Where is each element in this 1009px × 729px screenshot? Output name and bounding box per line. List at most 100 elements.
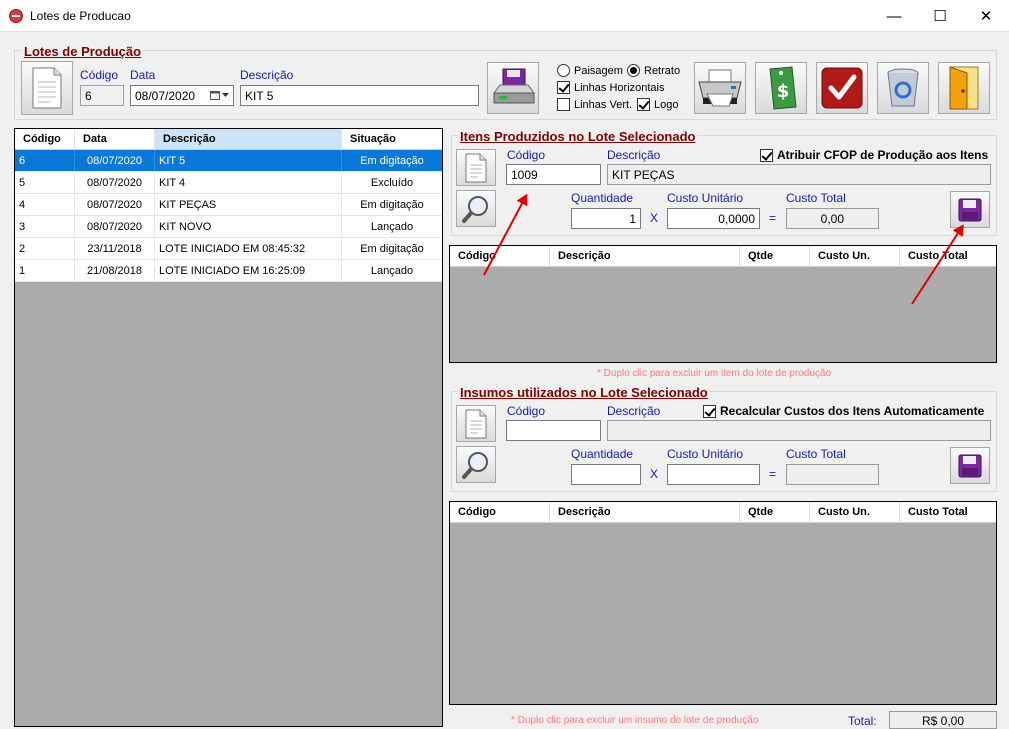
insumo-codigo-label: Código	[507, 404, 546, 418]
costs-button[interactable]: $	[755, 62, 807, 114]
item-times-sign: X	[650, 211, 659, 225]
item-equals-sign: =	[769, 211, 777, 225]
insumo-quantidade-label: Quantidade	[571, 447, 634, 461]
item-custo-unit-label: Custo Unitário	[667, 191, 744, 205]
window-title: Lotes de Producao	[30, 9, 131, 23]
linhas-horizontais-label: Linhas Horizontais	[574, 81, 665, 94]
recycle-bin-icon	[887, 68, 919, 107]
logo-checkbox[interactable]	[637, 98, 650, 111]
insumo-custo-total-label: Custo Total	[786, 447, 846, 461]
save-item-button[interactable]	[950, 191, 990, 228]
cell-data: 23/11/2018	[75, 238, 155, 259]
col-qtde[interactable]: Qtde	[740, 246, 810, 266]
cell-codigo: 4	[15, 194, 75, 215]
cfop-checkbox[interactable]	[760, 148, 773, 162]
itens-grid-header: Código Descrição Qtde Custo Un. Custo To…	[450, 246, 996, 267]
insumo-custo-unit-label: Custo Unitário	[667, 447, 744, 461]
minimize-button[interactable]: —	[871, 0, 917, 32]
col-custo-total[interactable]: Custo Total	[900, 502, 996, 522]
save-drive-icon	[493, 68, 535, 104]
col-qtde[interactable]: Qtde	[740, 502, 810, 522]
col-data[interactable]: Data	[75, 129, 155, 149]
insumos-group-title: Insumos utilizados no Lote Selecionado	[458, 385, 710, 400]
lotes-grid[interactable]: Código Data Descrição Situação 6 08/07/2…	[14, 128, 443, 727]
linhas-vert-checkbox[interactable]	[557, 98, 570, 111]
col-codigo[interactable]: Código	[15, 129, 75, 149]
item-custo-total-label: Custo Total	[786, 191, 846, 205]
table-row[interactable]: 3 08/07/2020 KIT NOVO Lançado	[15, 216, 442, 238]
cell-situacao: Em digitação	[360, 199, 424, 211]
floppy-disk-icon	[958, 454, 982, 477]
item-descricao-field[interactable]: KIT PEÇAS	[607, 164, 991, 185]
cell-data: 08/07/2020	[75, 216, 155, 237]
cell-data: 08/07/2020	[75, 150, 155, 171]
close-button[interactable]: ✕	[963, 0, 1009, 32]
recalc-checkbox[interactable]	[703, 404, 716, 418]
lote-date-value: 08/07/2020	[135, 89, 196, 103]
insumo-custo-unit-field[interactable]	[667, 464, 760, 485]
itens-grid[interactable]: Código Descrição Qtde Custo Un. Custo To…	[449, 245, 997, 363]
lote-descricao-field[interactable]: KIT 5	[240, 85, 479, 106]
door-exit-icon	[949, 66, 979, 110]
logo-label: Logo	[654, 98, 679, 111]
cfop-option[interactable]: Atribuir CFOP de Produção aos Itens	[760, 148, 988, 162]
table-row[interactable]: 5 08/07/2020 KIT 4 Excluído	[15, 172, 442, 194]
item-custo-unit-field[interactable]: 0,0000	[667, 208, 760, 229]
total-value: R$ 0,00	[889, 711, 997, 729]
cell-situacao: Lançado	[370, 265, 414, 277]
item-codigo-field[interactable]: 1009	[506, 164, 601, 185]
item-custo-total-field[interactable]: 0,00	[786, 208, 879, 229]
document-icon	[465, 153, 487, 182]
lote-codigo-field[interactable]: 6	[80, 85, 124, 106]
new-item-button[interactable]	[456, 149, 496, 186]
print-button[interactable]	[694, 62, 746, 114]
linhas-vert-label: Linhas Vert.	[574, 98, 633, 111]
recalc-option[interactable]: Recalcular Custos dos Itens Automaticame…	[703, 404, 984, 418]
retrato-option[interactable]: Retrato	[627, 64, 680, 77]
linhas-vert-option[interactable]: Linhas Vert.	[557, 98, 632, 111]
insumo-custo-total-field[interactable]	[786, 464, 879, 485]
table-row[interactable]: 1 21/08/2018 LOTE INICIADO EM 16:25:09 L…	[15, 260, 442, 282]
cell-descricao: KIT 5	[155, 150, 342, 171]
table-row[interactable]: 6 08/07/2020 KIT 5 Em digitação	[15, 150, 442, 172]
confirm-button[interactable]	[816, 62, 868, 114]
item-quantidade-field[interactable]: 1	[571, 208, 641, 229]
new-insumo-button[interactable]	[456, 405, 496, 442]
col-descricao[interactable]: Descrição	[155, 129, 342, 149]
table-row[interactable]: 4 08/07/2020 KIT PEÇAS Em digitação	[15, 194, 442, 216]
col-codigo[interactable]: Código	[450, 246, 550, 266]
new-lote-button[interactable]	[21, 61, 73, 115]
maximize-button[interactable]: ☐	[917, 0, 963, 32]
search-insumo-button[interactable]	[456, 446, 496, 483]
cell-situacao: Excluído	[370, 177, 414, 189]
cfop-label: Atribuir CFOP de Produção aos Itens	[777, 148, 989, 162]
insumo-descricao-field[interactable]	[607, 420, 991, 441]
insumos-grid[interactable]: Código Descrição Qtde Custo Un. Custo To…	[449, 501, 997, 705]
lote-date-picker[interactable]: 08/07/2020	[130, 85, 234, 106]
col-codigo[interactable]: Código	[450, 502, 550, 522]
col-descricao[interactable]: Descrição	[550, 502, 740, 522]
col-custo-un[interactable]: Custo Un.	[810, 246, 900, 266]
col-situacao[interactable]: Situação	[342, 129, 442, 149]
paisagem-option[interactable]: Paisagem	[557, 64, 623, 77]
save-insumo-button[interactable]	[950, 447, 990, 484]
insumo-equals-sign: =	[769, 467, 777, 481]
insumo-quantidade-field[interactable]	[571, 464, 641, 485]
col-custo-un[interactable]: Custo Un.	[810, 502, 900, 522]
search-item-button[interactable]	[456, 190, 496, 227]
paisagem-radio[interactable]	[557, 64, 570, 77]
insumo-codigo-field[interactable]	[506, 420, 601, 441]
printer-icon	[698, 69, 742, 107]
linhas-horizontais-checkbox[interactable]	[557, 81, 570, 94]
calendar-dropdown-icon[interactable]	[210, 90, 229, 100]
cell-codigo: 1	[15, 260, 75, 281]
table-row[interactable]: 2 23/11/2018 LOTE INICIADO EM 08:45:32 E…	[15, 238, 442, 260]
cell-descricao: KIT PEÇAS	[155, 194, 342, 215]
exit-button[interactable]	[938, 62, 990, 114]
logo-option[interactable]: Logo	[637, 98, 678, 111]
col-descricao[interactable]: Descrição	[550, 246, 740, 266]
linhas-horizontais-option[interactable]: Linhas Horizontais	[557, 81, 665, 94]
delete-button[interactable]	[877, 62, 929, 114]
save-lote-button[interactable]	[487, 62, 539, 114]
retrato-radio[interactable]	[627, 64, 640, 77]
